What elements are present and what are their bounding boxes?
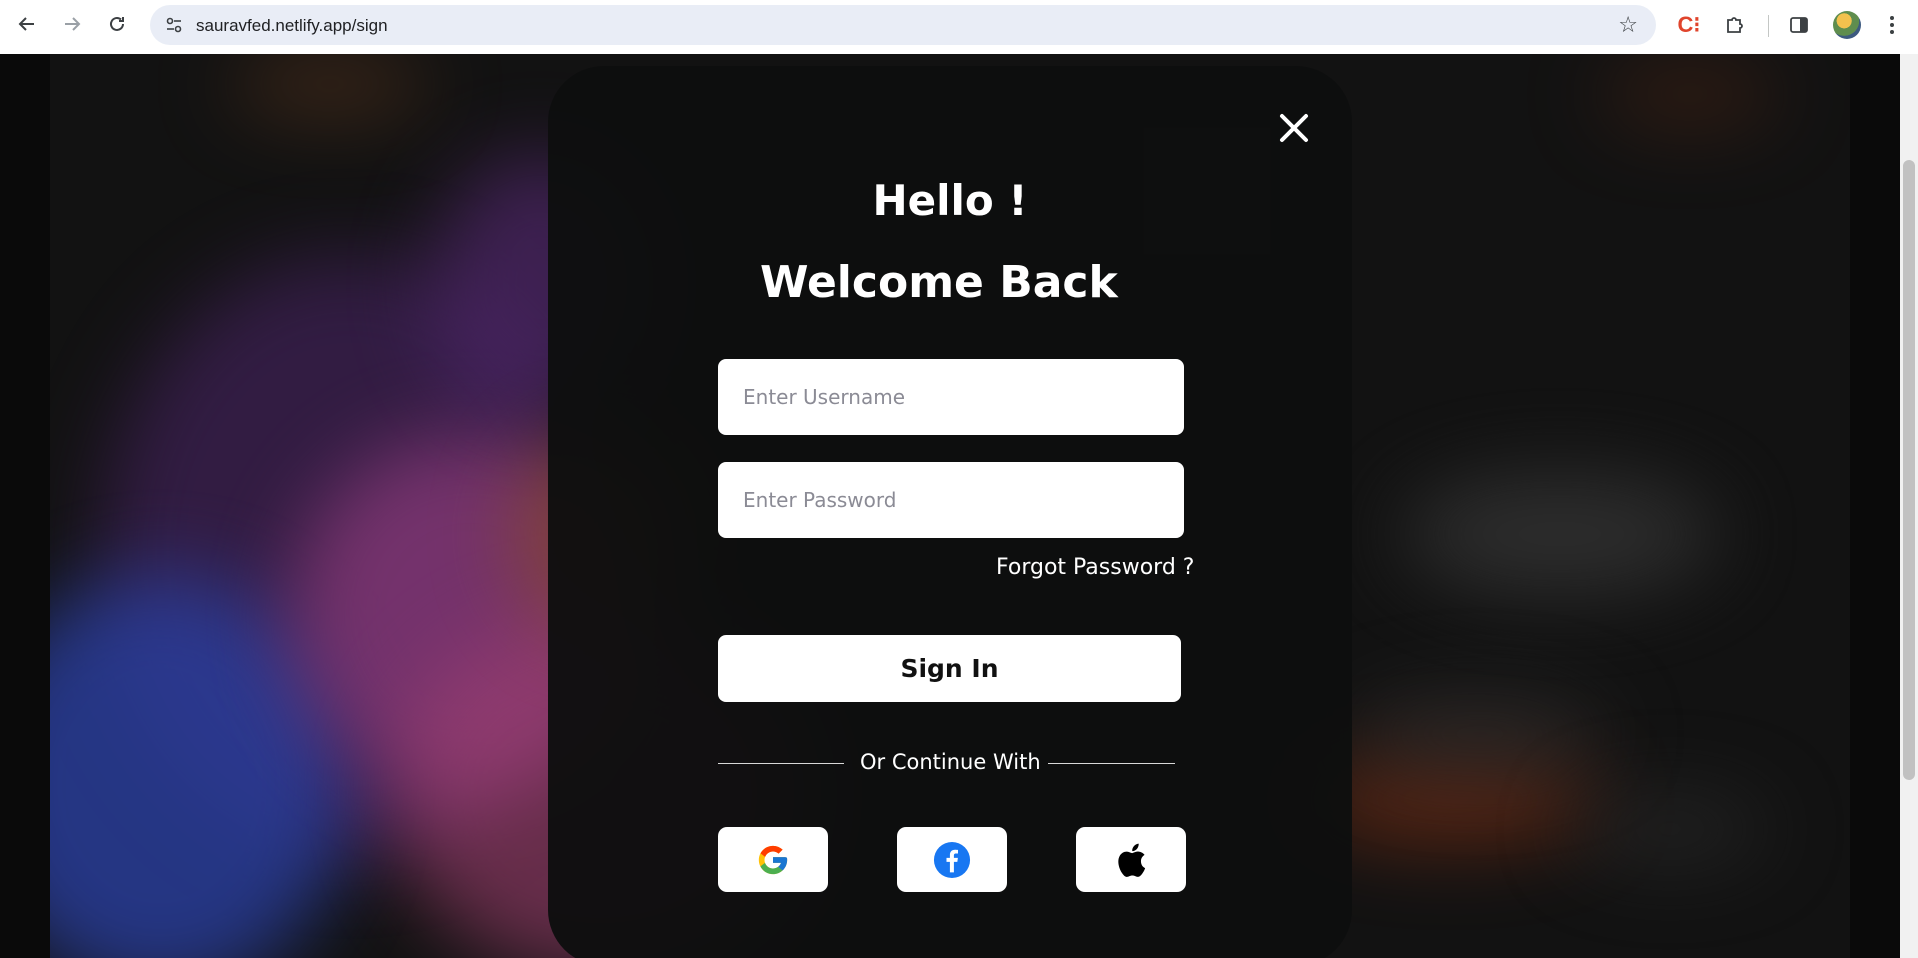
extension-c-icon[interactable]: C⁝: [1676, 12, 1702, 38]
address-bar[interactable]: sauravfed.netlify.app/sign ☆: [150, 5, 1656, 45]
url-text: sauravfed.netlify.app/sign: [196, 16, 388, 35]
bg-blob: [230, 54, 430, 114]
bg-blob: [1570, 794, 1770, 864]
forgot-password-link[interactable]: Forgot Password ?: [996, 555, 1194, 580]
close-button[interactable]: [1276, 110, 1312, 146]
browser-toolbar: sauravfed.netlify.app/sign ☆ C⁝: [0, 0, 1918, 54]
site-info-icon[interactable]: [164, 15, 184, 35]
google-icon: [758, 845, 788, 874]
close-icon: [1280, 114, 1308, 142]
toolbar-divider: [1768, 15, 1769, 37]
separator-line-left: [718, 763, 844, 764]
password-input[interactable]: [718, 462, 1184, 538]
greeting-heading: Hello !: [872, 176, 1028, 225]
side-panel-icon[interactable]: [1786, 12, 1812, 38]
facebook-login-button[interactable]: [897, 827, 1007, 892]
google-login-button[interactable]: [718, 827, 828, 892]
arrow-right-icon: [65, 17, 81, 31]
back-button[interactable]: [9, 6, 45, 42]
apple-login-button[interactable]: [1076, 827, 1186, 892]
separator-line-right: [1048, 763, 1175, 764]
reload-button[interactable]: [99, 6, 135, 42]
profile-avatar[interactable]: [1833, 11, 1861, 39]
separator-text: Or Continue With: [860, 750, 1041, 774]
bg-blob: [1600, 64, 1780, 124]
apple-icon: [1118, 843, 1146, 877]
browser-menu-icon[interactable]: [1880, 10, 1904, 40]
arrow-left-icon: [18, 17, 34, 31]
facebook-icon: [933, 841, 971, 878]
reload-icon: [110, 16, 124, 31]
scrollbar-thumb[interactable]: [1903, 160, 1915, 780]
bg-blob: [1400, 474, 1720, 594]
extensions-puzzle-icon[interactable]: [1722, 12, 1748, 38]
bg-blob: [1350, 694, 1610, 774]
bookmark-star-icon[interactable]: ☆: [1618, 13, 1638, 38]
forward-button[interactable]: [54, 6, 90, 42]
signin-button[interactable]: Sign In: [718, 635, 1181, 702]
welcome-heading: Welcome Back: [760, 257, 1118, 308]
username-input[interactable]: [718, 359, 1184, 435]
